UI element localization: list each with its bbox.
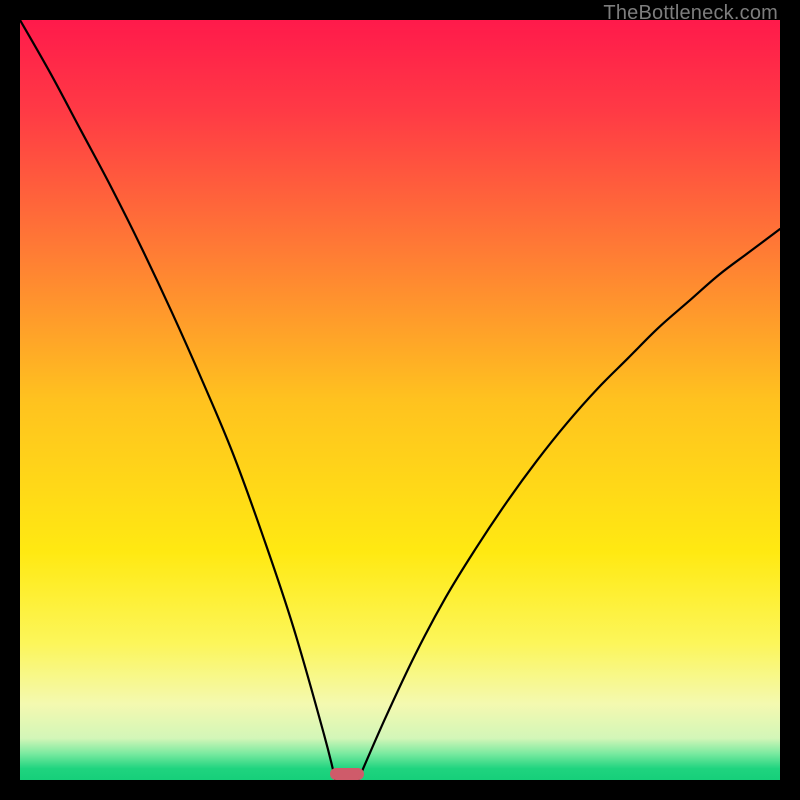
- chart-background: [20, 20, 780, 780]
- bottleneck-marker: [330, 768, 364, 780]
- watermark-text: TheBottleneck.com: [603, 2, 778, 25]
- bottleneck-chart: [20, 20, 780, 780]
- chart-frame: [20, 20, 780, 780]
